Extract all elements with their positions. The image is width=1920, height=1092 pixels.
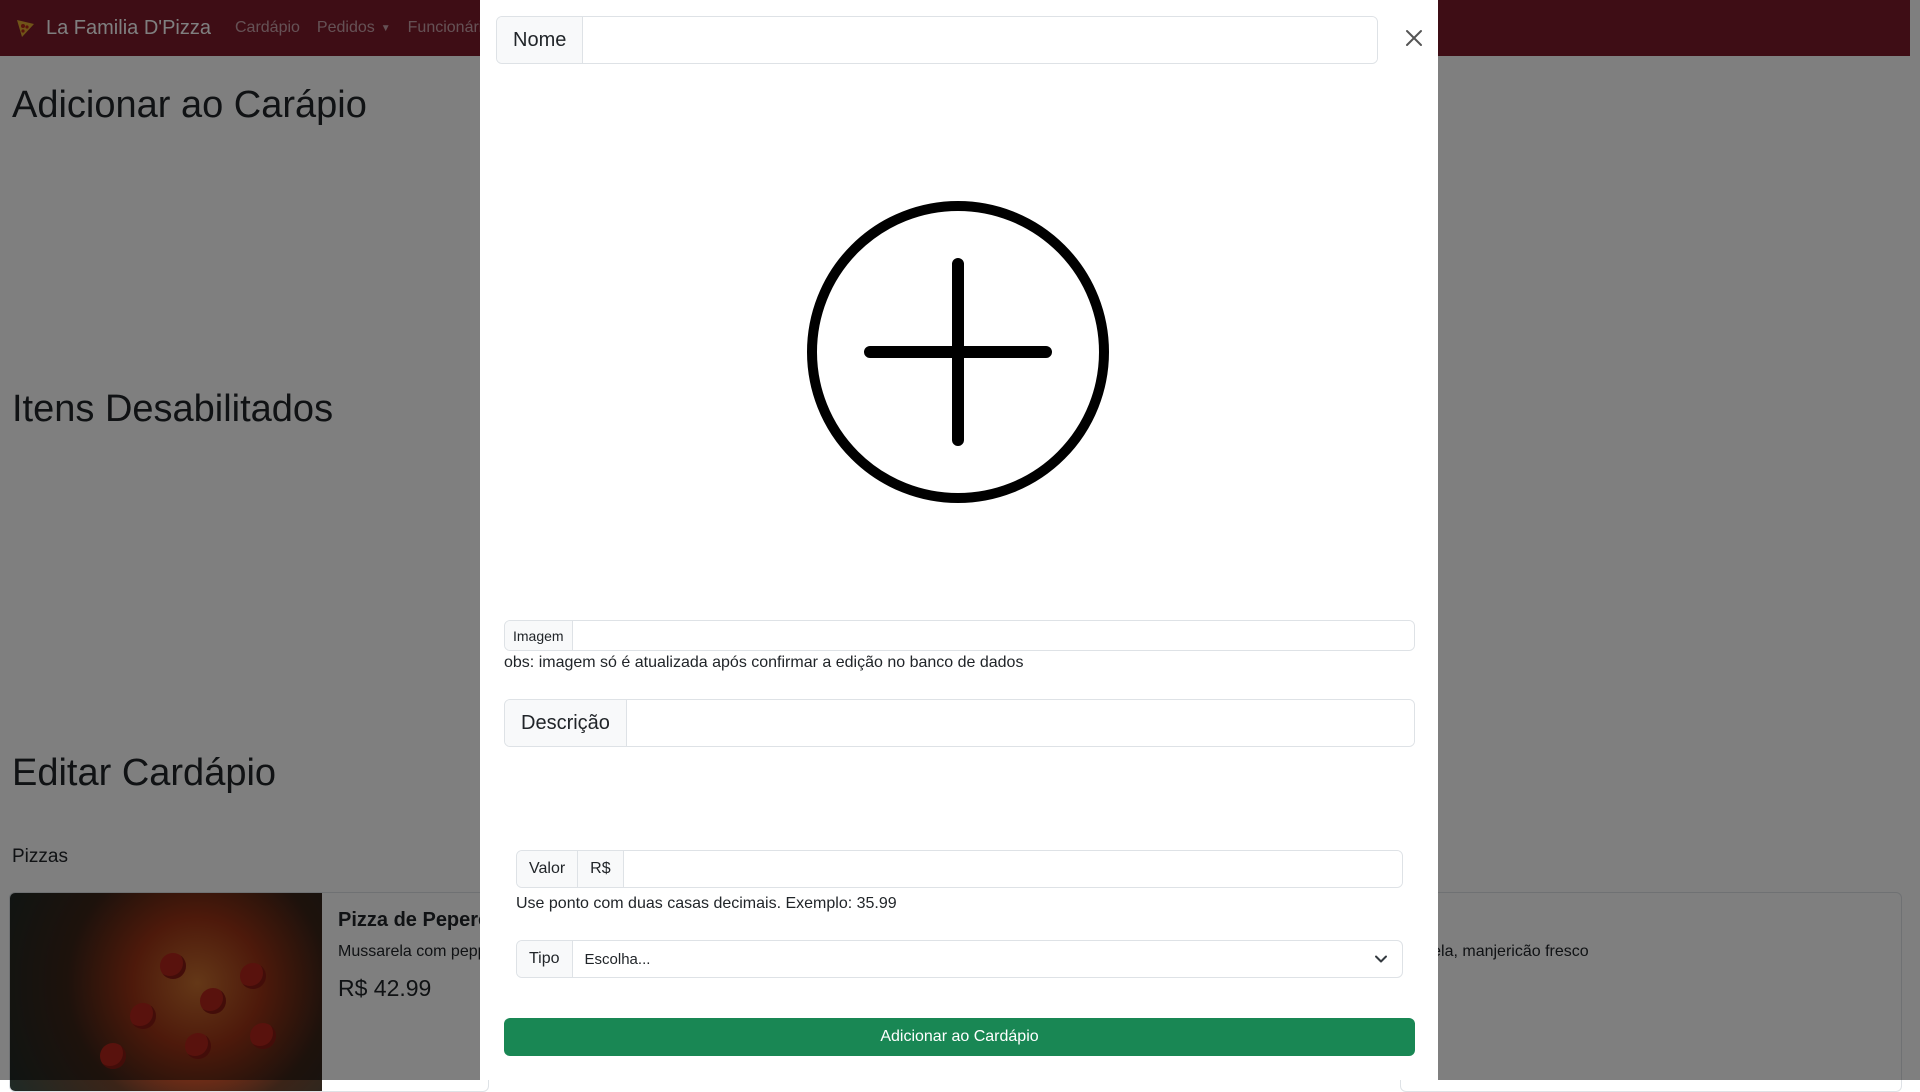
value-input-group: Valor R$: [516, 850, 1403, 888]
value-label: Valor: [517, 851, 579, 887]
value-hint: Use ponto com duas casas decimais. Exemp…: [516, 895, 897, 912]
close-button[interactable]: [1402, 26, 1426, 50]
close-icon: [1406, 30, 1422, 46]
name-label: Nome: [497, 17, 584, 63]
image-file-input[interactable]: [572, 621, 1414, 650]
type-selected-value: Escolha...: [584, 950, 651, 968]
currency-label: R$: [578, 851, 624, 887]
value-input[interactable]: [623, 851, 1402, 887]
chevron-down-icon: [1375, 955, 1387, 963]
description-input-group: Descrição: [504, 699, 1415, 747]
description-label: Descrição: [505, 700, 627, 746]
image-note: obs: imagem só é atualizada após confirm…: [504, 654, 1024, 671]
image-label: Imagem: [505, 621, 573, 650]
type-label: Tipo: [517, 941, 573, 977]
type-input-group: Tipo Escolha...: [516, 940, 1403, 978]
name-input[interactable]: [583, 17, 1377, 63]
plus-circle-icon[interactable]: [806, 200, 1110, 504]
name-input-group: Nome: [496, 16, 1378, 64]
type-select[interactable]: Escolha...: [573, 941, 1402, 977]
add-item-modal: Nome Imagem obs: imagem só é atualizada …: [480, 0, 1438, 1080]
add-to-menu-button[interactable]: Adicionar ao Cardápio: [504, 1018, 1415, 1056]
image-input-group: Imagem: [504, 620, 1415, 651]
description-input[interactable]: [626, 700, 1414, 746]
